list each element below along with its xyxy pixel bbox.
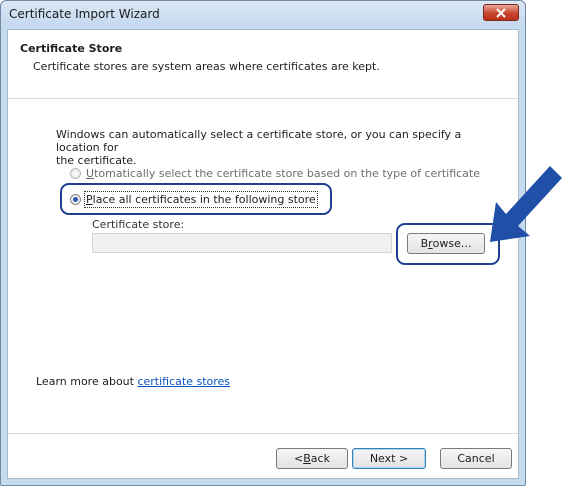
- wizard-page: Certificate Store Certificate stores are…: [7, 29, 519, 479]
- window-title: Certificate Import Wizard: [9, 7, 160, 21]
- back-text-post: ack: [310, 452, 330, 465]
- highlight-ring-option: [60, 183, 332, 215]
- intro-line-1: Windows can automatically select a certi…: [56, 128, 462, 154]
- intro-text: Windows can automatically select a certi…: [56, 128, 496, 167]
- wizard-window: Certificate Import Wizard Certificate St…: [0, 0, 526, 486]
- back-button[interactable]: < Back: [276, 448, 348, 469]
- footer-divider: [8, 433, 518, 434]
- certificate-stores-link[interactable]: certificate stores: [137, 375, 230, 388]
- highlight-ring-browse: [396, 223, 500, 265]
- close-x-icon: [496, 8, 506, 18]
- page-title: Certificate Store: [20, 42, 123, 55]
- learn-more-text: Learn more about certificate stores: [36, 375, 230, 388]
- back-text-pre: <: [294, 452, 304, 465]
- accel-key: U: [86, 167, 95, 180]
- radio-auto-select-button[interactable]: [70, 168, 81, 179]
- title-bar[interactable]: Certificate Import Wizard: [1, 1, 525, 27]
- learn-more-prefix: Learn more about: [36, 375, 138, 388]
- pointer-arrow-icon: [490, 166, 562, 242]
- label-text: tomatically select the certificate store…: [94, 167, 481, 180]
- certificate-store-field[interactable]: [92, 233, 392, 253]
- radio-auto-select[interactable]: Utomatically select the certificate stor…: [70, 167, 480, 180]
- close-button[interactable]: [483, 4, 519, 21]
- cancel-button[interactable]: Cancel: [440, 448, 512, 469]
- header-divider: [8, 98, 518, 99]
- next-button[interactable]: Next >: [352, 448, 426, 469]
- page-description: Certificate stores are system areas wher…: [33, 60, 380, 73]
- accel-key: B: [303, 452, 311, 465]
- intro-line-2: the certificate.: [56, 154, 137, 167]
- radio-auto-select-label[interactable]: Utomatically select the certificate stor…: [86, 167, 480, 180]
- certificate-store-label: Certificate store:: [92, 218, 185, 231]
